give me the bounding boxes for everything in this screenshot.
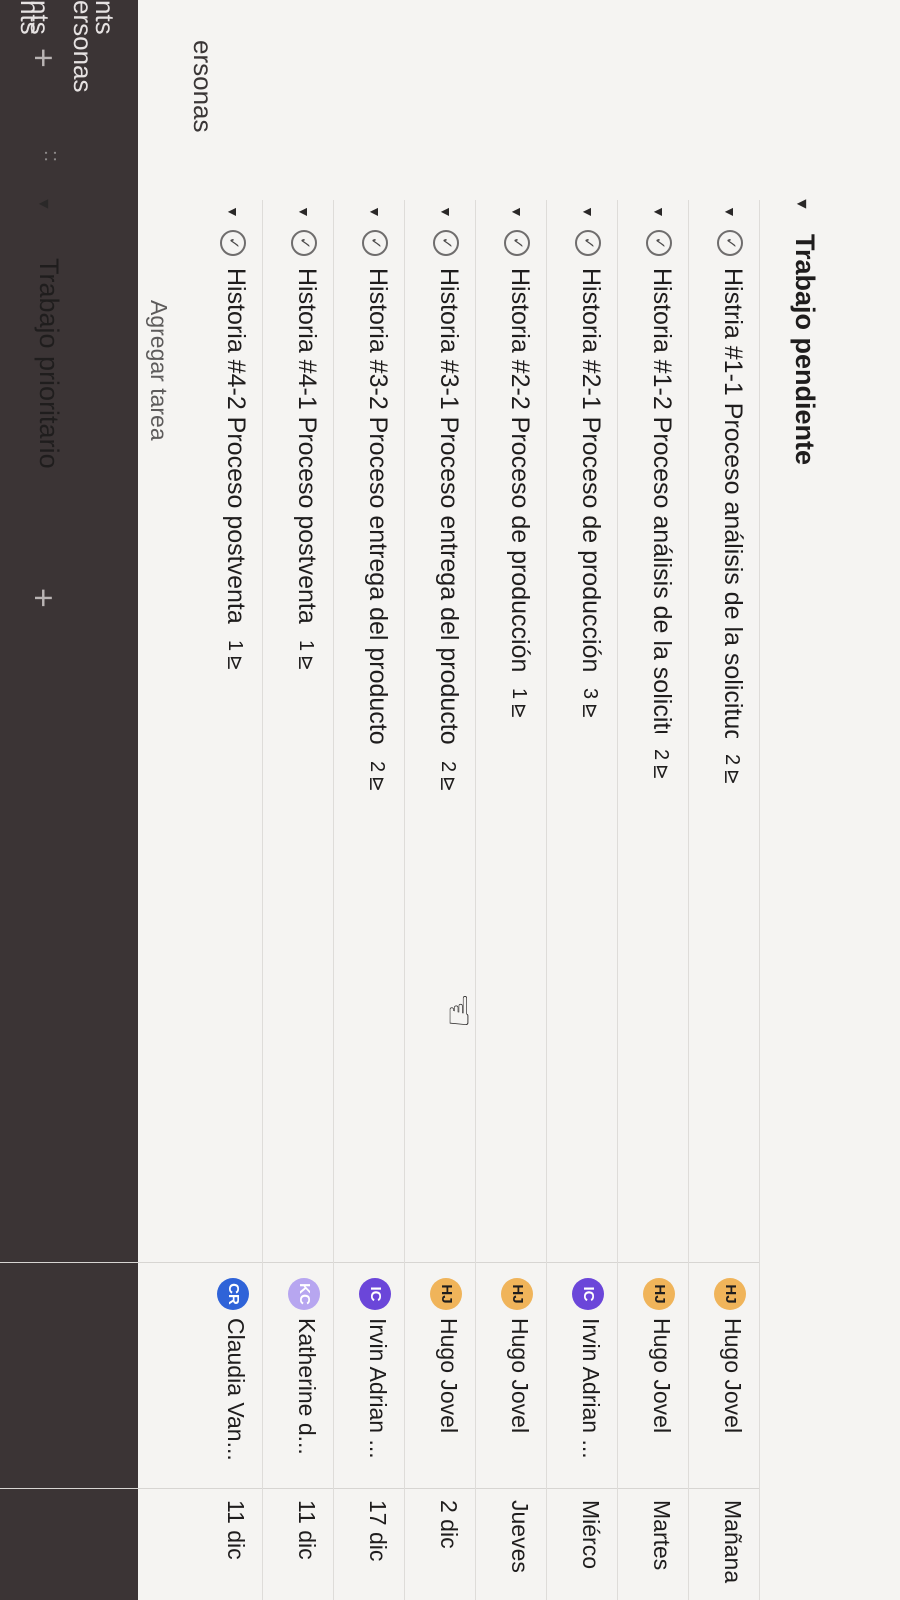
row-divider <box>262 200 263 1600</box>
avatar[interactable]: HJ <box>501 1278 533 1310</box>
avatar[interactable]: HJ <box>643 1278 675 1310</box>
expand-subtasks-caret-icon[interactable]: ▼ <box>225 205 241 219</box>
expand-subtasks-caret-icon[interactable]: ▼ <box>722 205 738 219</box>
subtask-icon[interactable]: ⊵ <box>223 655 246 671</box>
task-row[interactable]: ▼ ✓ Historia #2-1 Proceso de producción 3 ⊵ I… <box>548 0 618 1600</box>
section-collapse-caret-icon[interactable]: ▼ <box>34 196 52 212</box>
row-divider <box>759 200 760 1600</box>
subtask-icon[interactable]: ⊵ <box>294 655 317 671</box>
row-divider <box>688 200 689 1600</box>
complete-task-checkbox[interactable]: ✓ <box>575 230 601 256</box>
subtask-count[interactable]: 1 <box>223 640 246 651</box>
due-date[interactable]: Martes <box>648 1500 675 1570</box>
task-name[interactable]: Historia #2-2 Proceso de producción <box>505 268 534 672</box>
expand-subtasks-caret-icon[interactable]: ▼ <box>296 205 312 219</box>
subtask-icon[interactable]: ⊵ <box>649 764 672 780</box>
sidebar-item-label[interactable]: ersonas <box>67 0 98 93</box>
task-name[interactable]: Historia #3-2 Proceso entrega del produc… <box>363 268 392 745</box>
subtask-count[interactable]: 3 <box>578 688 601 699</box>
due-date[interactable]: 17 dic <box>364 1500 391 1561</box>
task-row[interactable]: ▼ ✓ Historia #4-1 Proceso postventa 1 ⊵ KC Kat… <box>264 0 334 1600</box>
subtask-icon[interactable]: ⊵ <box>578 703 601 719</box>
expand-subtasks-caret-icon[interactable]: ▼ <box>438 205 454 219</box>
row-divider <box>617 200 618 1600</box>
subtask-icon[interactable]: ⊵ <box>720 769 743 785</box>
due-date[interactable]: 11 dic <box>293 1500 320 1560</box>
avatar[interactable]: KC <box>288 1278 320 1310</box>
avatar[interactable]: HJ <box>430 1278 462 1310</box>
due-date[interactable]: 2 dic <box>435 1500 462 1549</box>
subtask-count[interactable]: 2 <box>720 754 743 765</box>
complete-task-checkbox[interactable]: ✓ <box>504 230 530 256</box>
avatar[interactable]: IC <box>359 1278 391 1310</box>
complete-task-checkbox[interactable]: ✓ <box>220 230 246 256</box>
due-date[interactable]: Miérco <box>577 1500 604 1569</box>
complete-task-checkbox[interactable]: ✓ <box>433 230 459 256</box>
task-name[interactable]: Historia #1-2 Proceso análisis de la sol… <box>647 268 676 733</box>
row-divider <box>546 200 547 1600</box>
assignee-name[interactable]: Katherine d... <box>293 1318 320 1455</box>
due-date[interactable]: Mañana <box>719 1500 746 1583</box>
task-name[interactable]: Historia #4-1 Proceso postventa <box>292 268 321 624</box>
task-row[interactable]: ▼ ✓ Historia #1-2 Proceso análisis de la s… <box>619 0 689 1600</box>
assignee-name[interactable]: Hugo Jovel <box>506 1318 533 1433</box>
sidebar-item-label[interactable]: nts <box>14 0 45 35</box>
task-name[interactable]: Historia #4-2 Proceso postventa <box>221 268 250 624</box>
task-list-view: nts nts ersonas + nts ersonas + ▼ Trabaj… <box>0 0 900 1600</box>
add-icon[interactable]: + <box>23 588 62 608</box>
subtask-count[interactable]: 1 <box>507 688 530 699</box>
task-row[interactable]: ▼ ✓ Historia #3-2 Proceso entrega del prod… <box>335 0 405 1600</box>
due-date[interactable]: Jueves <box>506 1500 533 1573</box>
avatar[interactable]: HJ <box>714 1278 746 1310</box>
subtask-icon[interactable]: ⊵ <box>436 776 459 792</box>
assignee-name[interactable]: Claudia Van... <box>222 1318 249 1461</box>
complete-task-checkbox[interactable]: ✓ <box>291 230 317 256</box>
drag-handle-icon[interactable]: :: <box>39 150 62 163</box>
row-divider <box>333 200 334 1600</box>
assignee-name[interactable]: Hugo Jovel <box>719 1318 746 1433</box>
subtask-icon[interactable]: ⊵ <box>507 703 530 719</box>
task-row[interactable]: ▼ ✓ Histria #1-1 Proceso análisis de la so… <box>690 0 760 1600</box>
complete-task-checkbox[interactable]: ✓ <box>362 230 388 256</box>
expand-subtasks-caret-icon[interactable]: ▼ <box>651 205 667 219</box>
task-name[interactable]: Histria #1-1 Proceso análisis de la soli… <box>718 268 747 738</box>
task-row[interactable]: ▼ ✓ Historia #4-2 Proceso postventa 1 ⊵ CR Cla… <box>193 0 263 1600</box>
next-section-title[interactable]: Trabajo prioritario <box>33 258 64 469</box>
subtask-icon[interactable]: ⊵ <box>365 776 388 792</box>
avatar[interactable]: IC <box>572 1278 604 1310</box>
add-icon[interactable]: + <box>23 48 62 68</box>
complete-task-checkbox[interactable]: ✓ <box>646 230 672 256</box>
section-collapse-caret-icon[interactable]: ▼ <box>792 196 810 212</box>
task-row[interactable]: ▼ ✓ Historia #3-1 Proceso entrega del prod… <box>406 0 476 1600</box>
assignee-name[interactable]: Hugo Jovel <box>648 1318 675 1433</box>
subtask-count[interactable]: 1 <box>294 640 317 651</box>
expand-subtasks-caret-icon[interactable]: ▼ <box>509 205 525 219</box>
subtask-count[interactable]: 2 <box>649 749 672 760</box>
section-title[interactable]: Trabajo pendiente <box>789 234 820 465</box>
subtask-count[interactable]: 2 <box>436 761 459 772</box>
row-divider <box>475 200 476 1600</box>
subtask-count[interactable]: 2 <box>365 761 388 772</box>
assignee-name[interactable]: Irvin Adrian ... <box>364 1318 391 1459</box>
expand-subtasks-caret-icon[interactable]: ▼ <box>367 205 383 219</box>
expand-subtasks-caret-icon[interactable]: ▼ <box>580 205 596 219</box>
assignee-name[interactable]: Hugo Jovel <box>435 1318 462 1433</box>
row-divider <box>404 200 405 1600</box>
avatar[interactable]: CR <box>217 1278 249 1310</box>
assignee-name[interactable]: Irvin Adrian ... <box>577 1318 604 1459</box>
task-name[interactable]: Historia #3-1 Proceso entrega del produc… <box>434 268 463 745</box>
add-task-button[interactable]: Agregar tarea <box>145 300 172 441</box>
task-name[interactable]: Historia #2-1 Proceso de producción <box>576 268 605 672</box>
complete-task-checkbox[interactable]: ✓ <box>717 230 743 256</box>
hand-cursor-icon: ☝ <box>446 990 472 1035</box>
due-date[interactable]: 11 dic <box>222 1500 249 1560</box>
task-row[interactable]: ▼ ✓ Historia #2-2 Proceso de producción 1 ⊵ H… <box>477 0 547 1600</box>
